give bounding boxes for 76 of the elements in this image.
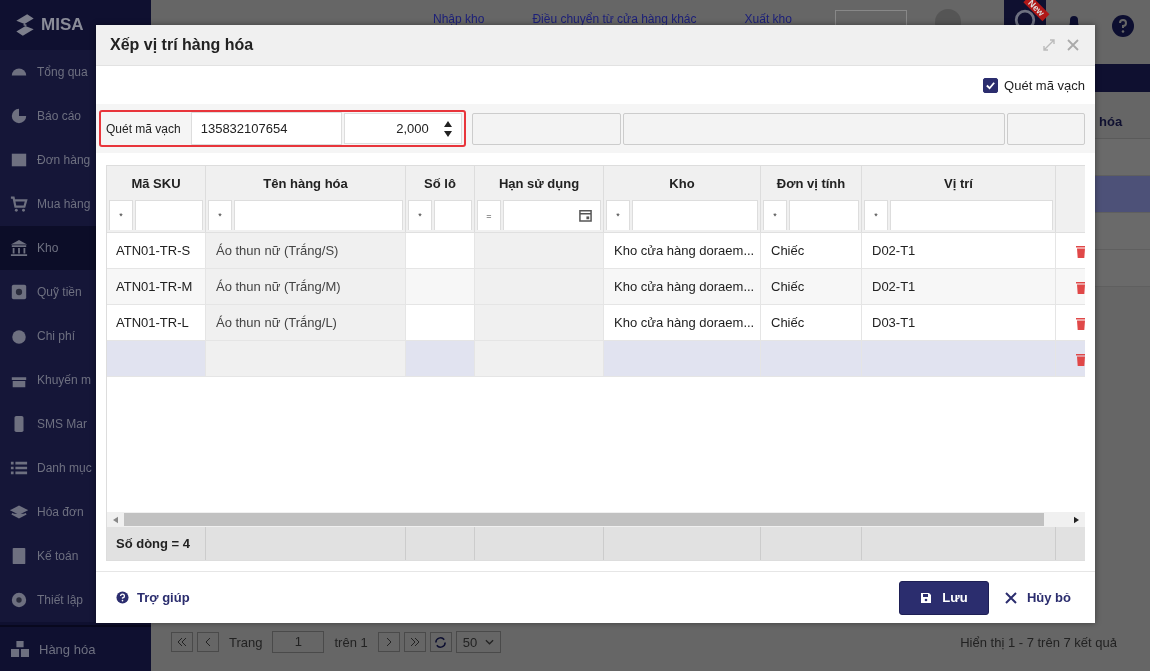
filter-field[interactable] bbox=[434, 200, 472, 230]
filter-operator[interactable]: * bbox=[109, 200, 133, 230]
safe-icon bbox=[10, 283, 28, 301]
caret-icon bbox=[485, 639, 495, 645]
table-row[interactable]: ATN01-TR-S Áo thun nữ (Trắng/S) Kho cửa hàng doraem... Chiếc D02-T1 bbox=[107, 233, 1085, 269]
calendar-icon[interactable] bbox=[579, 209, 592, 222]
trash-icon[interactable] bbox=[1076, 351, 1085, 366]
page-label: Trang bbox=[228, 634, 264, 650]
filter-field[interactable] bbox=[890, 200, 1053, 230]
trash-icon[interactable] bbox=[1076, 315, 1085, 330]
result-summary: Hiển thị 1 - 7 trên 7 kết quả bbox=[960, 634, 1117, 650]
filter-operator[interactable]: * bbox=[208, 200, 232, 230]
toolbar-bar bbox=[1095, 64, 1150, 92]
refresh-icon bbox=[434, 635, 448, 649]
column-header: hóa bbox=[1098, 113, 1123, 129]
table-cell: Áo thun nữ (Trắng/M) bbox=[206, 269, 406, 305]
nav-link[interactable]: Nhập kho bbox=[433, 12, 485, 26]
cart-icon bbox=[10, 195, 28, 213]
bank-icon bbox=[10, 239, 28, 257]
coin-icon bbox=[10, 327, 28, 345]
help-icon bbox=[116, 591, 129, 604]
next-page-button[interactable] bbox=[377, 632, 400, 652]
boxes-icon bbox=[10, 640, 30, 658]
close-icon[interactable] bbox=[1067, 39, 1079, 51]
help-icon[interactable] bbox=[1111, 14, 1135, 38]
nav-link[interactable]: Xuất kho bbox=[744, 12, 792, 26]
save-button[interactable]: Lưu bbox=[898, 580, 989, 615]
scroll-bar[interactable] bbox=[107, 512, 1085, 527]
table-row[interactable]: ATN01-TR-M Áo thun nữ (Trắng/M) Kho cửa hàng doraem... Chiếc D02-T1 bbox=[107, 269, 1085, 305]
filter-operator[interactable]: * bbox=[408, 200, 432, 230]
filter-field[interactable] bbox=[234, 200, 403, 230]
filter-operator[interactable]: = bbox=[477, 200, 501, 230]
input-field[interactable] bbox=[1006, 112, 1085, 145]
filter-field[interactable] bbox=[503, 200, 601, 230]
page-field[interactable]: 1 bbox=[272, 631, 325, 653]
close-icon bbox=[1004, 591, 1017, 604]
check-icon bbox=[985, 79, 997, 91]
nav-link[interactable]: Điều chuyển từ cửa hàng khác bbox=[532, 12, 697, 26]
trash-icon[interactable] bbox=[1076, 243, 1085, 258]
double-chevron-icon bbox=[177, 637, 187, 647]
page-count: trên 1 bbox=[333, 634, 369, 650]
expand-icon[interactable] bbox=[1043, 39, 1055, 51]
floppy-icon bbox=[920, 591, 933, 604]
list-row[interactable] bbox=[1095, 213, 1150, 250]
barcode-field[interactable]: 135832107654 bbox=[190, 112, 342, 145]
filter-operator[interactable]: * bbox=[763, 200, 787, 230]
trash-icon[interactable] bbox=[1076, 279, 1085, 294]
filter-operator[interactable]: * bbox=[864, 200, 888, 230]
double-chevron-icon bbox=[409, 637, 420, 647]
table-cell: Áo thun nữ (Trắng/S) bbox=[206, 233, 406, 269]
layers-icon bbox=[10, 503, 28, 521]
refresh-button[interactable] bbox=[429, 632, 452, 652]
input-field[interactable] bbox=[622, 112, 1005, 145]
scan-checkbox[interactable]: Quét mã vạch bbox=[983, 77, 1085, 93]
input-field[interactable] bbox=[471, 112, 621, 145]
pie-chart-icon bbox=[10, 107, 28, 125]
page-size-dropdown[interactable]: 50 bbox=[455, 631, 502, 653]
last-page-button[interactable] bbox=[403, 632, 426, 652]
filter-operator[interactable]: * bbox=[606, 200, 630, 230]
filter-field[interactable] bbox=[789, 200, 859, 230]
logo-brand: MISA bbox=[41, 15, 84, 35]
table-cell: Áo thun nữ (Trắng/L) bbox=[206, 305, 406, 341]
list-row[interactable] bbox=[1095, 176, 1150, 213]
row-count: Số dòng = 4 bbox=[107, 527, 206, 560]
chevron-icon bbox=[203, 637, 213, 647]
list-row[interactable] bbox=[1095, 139, 1150, 176]
list-row[interactable] bbox=[1095, 250, 1150, 287]
cancel-button[interactable]: Hủy bỏ bbox=[1002, 590, 1071, 605]
checkbox[interactable] bbox=[983, 77, 999, 93]
list-icon bbox=[10, 459, 28, 477]
first-page-button[interactable] bbox=[171, 632, 193, 652]
table-row[interactable]: ATN01-TR-L Áo thun nữ (Trắng/L) Kho cửa hàng doraem... Chiếc D03-T1 bbox=[107, 305, 1085, 341]
filter-field[interactable] bbox=[135, 200, 203, 230]
previous-page-button[interactable] bbox=[197, 632, 219, 652]
filter-field[interactable] bbox=[632, 200, 758, 230]
quantity-field[interactable]: 2,000 bbox=[343, 113, 462, 144]
